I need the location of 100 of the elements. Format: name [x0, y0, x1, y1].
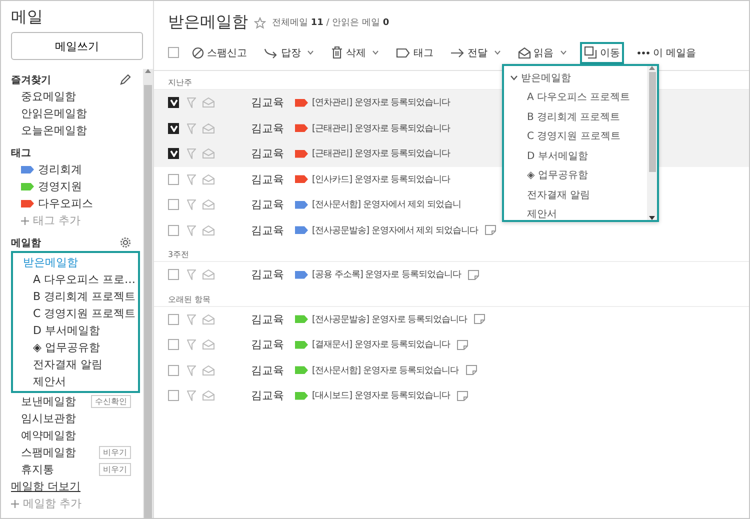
- mailbox-item[interactable]: 스팸메일함: [11, 444, 76, 461]
- mailbox-item[interactable]: 전자결재 알림: [13, 356, 138, 373]
- row-checkbox[interactable]: [168, 174, 179, 185]
- row-checkbox[interactable]: [168, 339, 179, 350]
- note-icon[interactable]: [466, 365, 477, 376]
- envelope-icon[interactable]: [202, 174, 215, 185]
- row-checkbox[interactable]: [168, 269, 179, 280]
- mailbox-action-button[interactable]: 비우기: [99, 446, 131, 459]
- scroll-up-icon[interactable]: [649, 66, 655, 70]
- caret-icon[interactable]: [560, 50, 567, 55]
- mailbox-action-button[interactable]: 수신확인: [91, 395, 131, 408]
- mail-subject[interactable]: [전사공문발송] 운영자로 등록되었습니다: [312, 312, 468, 326]
- toolbar-button[interactable]: 삭제: [327, 42, 384, 64]
- note-icon[interactable]: [457, 340, 468, 350]
- caret-icon[interactable]: [494, 50, 501, 55]
- envelope-icon[interactable]: [202, 269, 215, 280]
- folder-option[interactable]: 전자결재 알림: [504, 185, 647, 204]
- envelope-icon[interactable]: [202, 339, 215, 350]
- envelope-icon[interactable]: [202, 97, 215, 108]
- toolbar-button[interactable]: 스팸신고: [188, 42, 251, 64]
- mailbox-item[interactable]: 받은메일함: [13, 254, 78, 271]
- scroll-up-icon[interactable]: [145, 69, 151, 73]
- folder-option[interactable]: 제안서: [504, 204, 647, 224]
- flag-icon[interactable]: [187, 269, 196, 280]
- flag-icon[interactable]: [187, 148, 196, 160]
- flag-icon[interactable]: [187, 199, 196, 210]
- more-mailboxes-link[interactable]: 메일함 더보기: [11, 478, 143, 495]
- mail-subject[interactable]: [전사문서함] 운영자에서 제외 되었습니: [312, 198, 462, 212]
- mail-subject[interactable]: [전사문서함] 운영자로 등록되었습니다: [312, 364, 459, 377]
- toolbar-button[interactable]: 답장: [260, 42, 318, 64]
- scroll-down-icon[interactable]: [649, 216, 655, 220]
- mailbox-item[interactable]: ◈ 업무공유함: [13, 339, 138, 356]
- row-checkbox[interactable]: [168, 97, 179, 108]
- mail-subject[interactable]: [결재문서] 운영자로 등록되었습니다: [312, 338, 450, 352]
- flag-icon[interactable]: [187, 122, 196, 134]
- toolbar-button[interactable]: 이동: [580, 42, 624, 64]
- row-checkbox[interactable]: [168, 364, 179, 376]
- note-icon[interactable]: [474, 314, 486, 324]
- compose-button[interactable]: 메일쓰기: [11, 32, 143, 60]
- folder-option[interactable]: 받은메일함: [504, 68, 647, 88]
- note-icon[interactable]: [485, 225, 496, 236]
- flag-icon[interactable]: [187, 364, 196, 376]
- scrollbar[interactable]: [143, 69, 153, 518]
- folder-option[interactable]: ◈ 업무공유함: [504, 166, 647, 185]
- caret-icon[interactable]: [372, 50, 380, 55]
- flag-icon[interactable]: [187, 97, 196, 108]
- note-icon[interactable]: [457, 390, 468, 401]
- tag-item[interactable]: 경리회계: [38, 161, 82, 178]
- select-all-checkbox[interactable]: [168, 47, 179, 58]
- tag-item[interactable]: 다우오피스: [38, 195, 93, 212]
- mailbox-action-button[interactable]: 비우기: [99, 463, 131, 476]
- star-icon[interactable]: [254, 16, 266, 28]
- mailbox-item[interactable]: 예약메일함: [11, 427, 76, 444]
- envelope-icon[interactable]: [202, 122, 215, 134]
- mailbox-item[interactable]: B 경리회계 프로젝트: [13, 288, 138, 305]
- flag-icon[interactable]: [187, 174, 196, 185]
- flag-icon[interactable]: [187, 390, 196, 402]
- caret-icon[interactable]: [307, 50, 314, 55]
- folder-option[interactable]: C 경영지원 프로젝트: [504, 126, 647, 146]
- mailbox-item[interactable]: 휴지통: [11, 461, 54, 478]
- mail-subject[interactable]: [대시보드] 운영자로 등록되었습니다: [312, 389, 450, 402]
- envelope-icon[interactable]: [202, 199, 215, 210]
- mailbox-item[interactable]: 임시보관함: [11, 410, 76, 427]
- row-checkbox[interactable]: [168, 390, 179, 402]
- envelope-icon[interactable]: [202, 148, 215, 160]
- toolbar-button[interactable]: 전달: [446, 42, 505, 64]
- flag-icon[interactable]: [187, 224, 196, 236]
- mail-subject[interactable]: [근태관리] 운영자로 등록되었습니다: [312, 147, 450, 160]
- favorite-item[interactable]: 안읽은메일함: [11, 105, 143, 122]
- folder-option[interactable]: D 부서메일함: [504, 146, 647, 166]
- tag-item[interactable]: 경영지원: [38, 178, 82, 195]
- envelope-icon[interactable]: [202, 390, 215, 402]
- flag-icon[interactable]: [187, 339, 196, 350]
- mail-subject[interactable]: [인사카드] 운영자로 등록되었습니다: [312, 172, 450, 186]
- mailbox-item[interactable]: C 경영지원 프로젝트: [13, 305, 138, 322]
- mailbox-item[interactable]: 보낸메일함: [11, 393, 76, 410]
- row-checkbox[interactable]: [168, 148, 179, 160]
- envelope-icon[interactable]: [202, 224, 215, 236]
- mail-subject[interactable]: [전사공문발송] 운영자에서 제외 되었습니다: [312, 224, 478, 237]
- row-checkbox[interactable]: [168, 314, 179, 325]
- envelope-icon[interactable]: [202, 314, 215, 325]
- toolbar-button[interactable]: 읽음: [514, 42, 571, 64]
- note-icon[interactable]: [468, 270, 480, 280]
- mailbox-item[interactable]: A 다우오피스 프로…: [13, 271, 138, 288]
- mail-subject[interactable]: [공용 주소록] 운영자로 등록되었습니다: [312, 268, 462, 282]
- flag-icon[interactable]: [187, 314, 196, 325]
- mail-subject[interactable]: [근태관리] 운영자로 등록되었습니다: [312, 122, 450, 135]
- mail-subject[interactable]: [연차관리] 운영자로 등록되었습니다: [312, 96, 450, 110]
- favorite-item[interactable]: 중요메일함: [11, 88, 143, 105]
- scrollbar[interactable]: [647, 66, 657, 220]
- row-checkbox[interactable]: [168, 199, 179, 210]
- pencil-icon[interactable]: [120, 74, 131, 85]
- more-button[interactable]: 이 메일을: [632, 42, 700, 64]
- mailbox-item[interactable]: D 부서메일함: [13, 322, 138, 339]
- row-checkbox[interactable]: [168, 224, 179, 236]
- gear-icon[interactable]: [120, 237, 131, 248]
- envelope-icon[interactable]: [202, 364, 215, 376]
- folder-option[interactable]: A 다우오피스 프로젝트: [504, 88, 647, 107]
- favorite-item[interactable]: 오늘온메일함: [11, 122, 143, 139]
- toolbar-button[interactable]: 태그: [392, 42, 438, 64]
